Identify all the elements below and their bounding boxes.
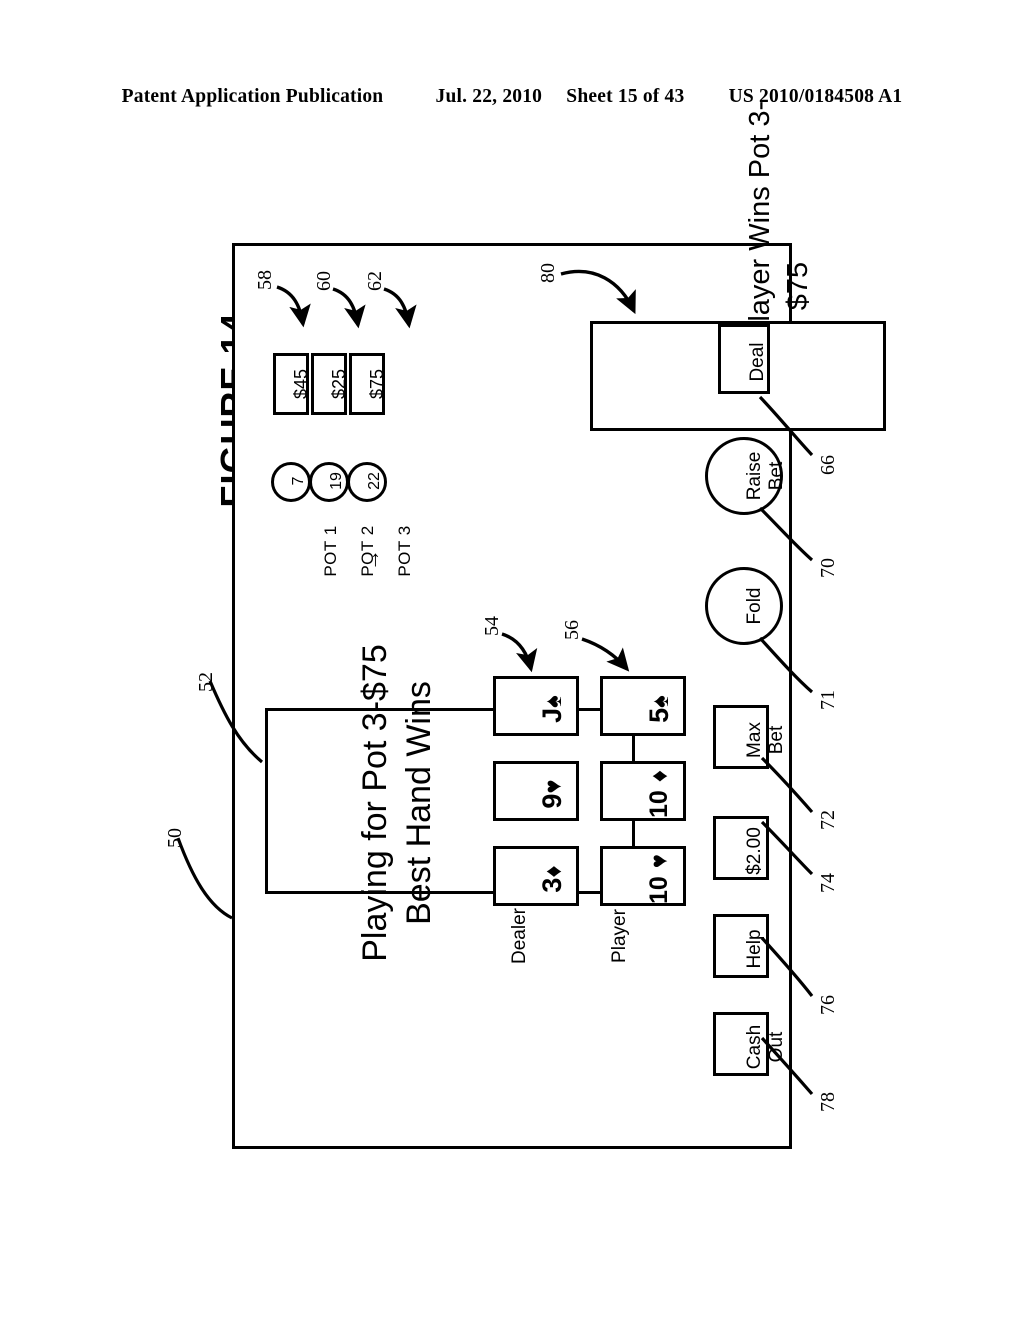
ref-numeral-78: 78 <box>817 1092 839 1112</box>
help-button[interactable]: Help <box>713 914 769 978</box>
max-bet-button[interactable]: Max Bet <box>713 705 787 769</box>
credit-meter[interactable]: $2.00 <box>713 816 769 880</box>
ref-numeral-76: 76 <box>817 995 839 1015</box>
publication-date: Jul. 22, 2010 <box>435 86 543 107</box>
player-card-2: 10♦ <box>600 761 686 821</box>
deal-button[interactable]: Deal <box>718 324 770 394</box>
heart-icon: ♥ <box>540 779 567 794</box>
ref-numeral-58: 58 <box>254 270 276 290</box>
pot-3-counter: 22 <box>347 462 387 502</box>
pot-1-amount: $45 <box>273 353 311 415</box>
raise-bet-button[interactable]: Raise Bet <box>705 437 787 515</box>
diamond-icon: ♦ <box>540 865 567 878</box>
dealer-card-1: 3♦ <box>493 846 579 906</box>
ref-numeral-60: 60 <box>313 271 335 291</box>
ref-numeral-71: 71 <box>817 690 839 710</box>
dealer-card-2: 9♥ <box>493 761 579 821</box>
pot-1-counter: 7 <box>271 462 311 502</box>
ref-numeral-72: 72 <box>817 810 839 830</box>
message-box-playing-for-pot: Playing for Pot 3-$75 Best Hand Wins <box>265 644 635 962</box>
ref-numeral-50: 50 <box>164 828 186 848</box>
ref-numeral-54: 54 <box>481 616 503 636</box>
pot-3-pointer-arrow: → <box>359 549 384 571</box>
pot-3-amount: $75 <box>349 353 387 415</box>
ref-numeral-52: 52 <box>195 672 217 692</box>
ref-numeral-80: 80 <box>537 263 559 283</box>
ref-numeral-56: 56 <box>561 620 583 640</box>
dealer-card-3: J♠ <box>493 676 579 736</box>
publication-label: Patent Application Publication <box>121 86 384 107</box>
heart-icon: ♥ <box>646 853 673 869</box>
pot-2-counter: 19 <box>309 462 349 502</box>
ref-numeral-70: 70 <box>817 558 839 578</box>
spade-icon: ♠ <box>647 695 674 708</box>
diamond-icon: ♦ <box>646 769 673 783</box>
player-card-1: 10♥ <box>600 846 686 906</box>
patent-header: Patent Application Publication Jul. 22, … <box>0 86 1024 108</box>
sheet-label: Sheet 15 of 43 <box>566 86 685 107</box>
cash-out-button[interactable]: Cash Out <box>713 1012 787 1076</box>
pot-2-amount: $25 <box>311 353 349 415</box>
player-card-3: 5♠ <box>600 676 686 736</box>
ref-numeral-66: 66 <box>817 455 839 475</box>
ref-numeral-62: 62 <box>364 271 386 291</box>
fold-button[interactable]: Fold <box>705 567 783 645</box>
ref-numeral-74: 74 <box>817 873 839 893</box>
gaming-machine-screen: Playing for Pot 3-$75 Best Hand Wins Pla… <box>232 101 886 1149</box>
spade-icon: ♠ <box>540 695 567 708</box>
